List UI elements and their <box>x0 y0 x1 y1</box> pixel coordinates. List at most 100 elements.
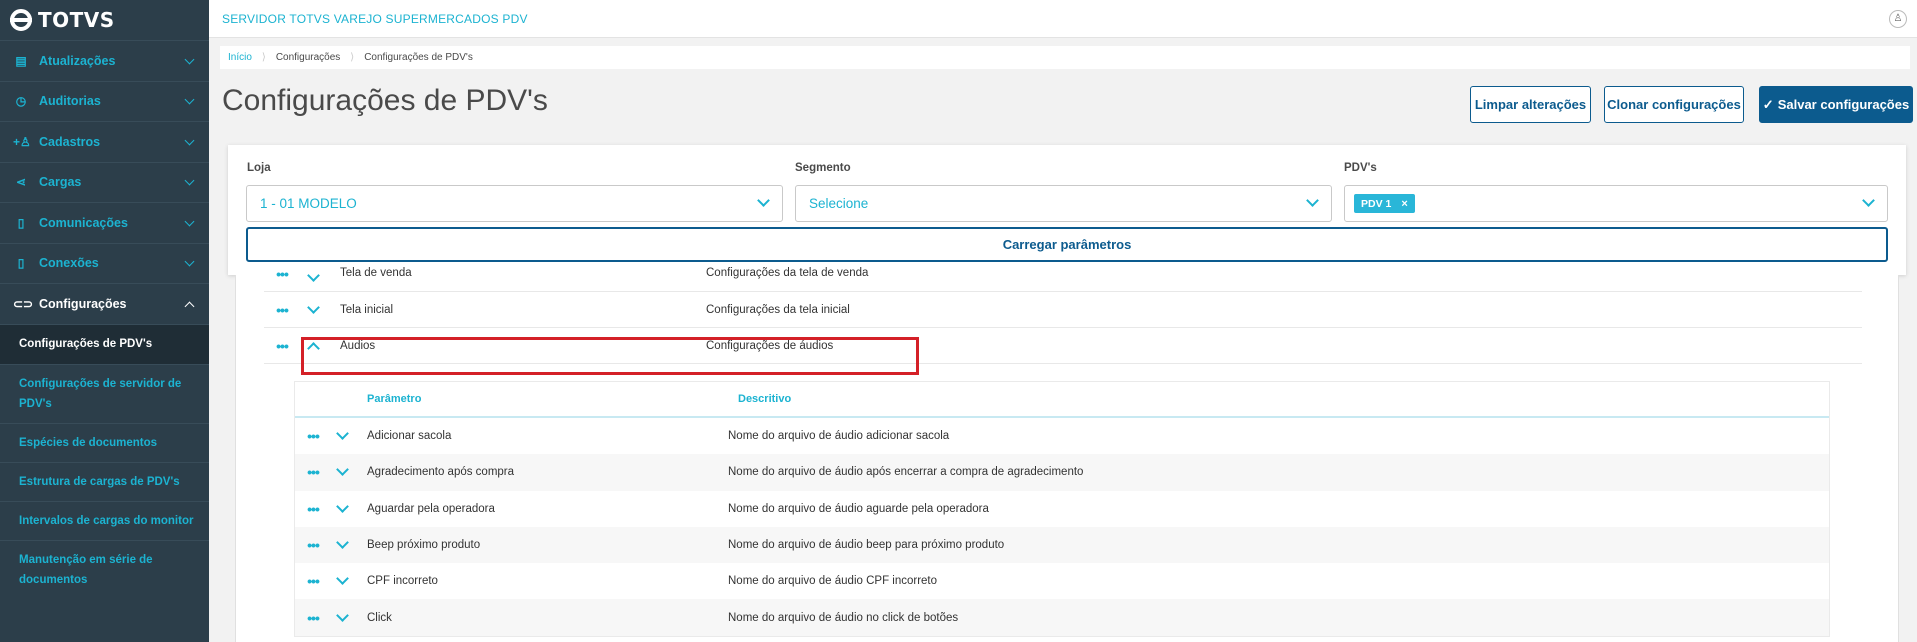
clear-changes-button[interactable]: Limpar alterações <box>1470 86 1591 123</box>
sidebar-subitem-configuracoes-servidor[interactable]: Configurações de servidor de PDV's <box>0 363 209 423</box>
expand-chevron-icon[interactable] <box>329 574 357 588</box>
chevron-down-icon <box>1306 194 1319 207</box>
sidebar-item-label: Auditorias <box>39 94 101 109</box>
sidebar-item-label: Cargas <box>39 175 82 190</box>
totvs-logo[interactable]: TOTVS <box>0 0 209 40</box>
param-name: Agradecimento após compra <box>367 466 515 479</box>
sidebar-item-label: Conexões <box>39 256 99 271</box>
more-options-icon[interactable]: ••• <box>299 501 327 517</box>
param-name: Aguardar pela operadora <box>367 502 495 515</box>
table-row[interactable]: ••• Click Nome do arquivo de áudio no cl… <box>295 599 1829 636</box>
pdv-chip: PDV 1 × <box>1354 194 1415 213</box>
chevron-down-icon <box>757 194 770 207</box>
more-options-icon[interactable]: ••• <box>268 266 296 282</box>
table-row[interactable]: ••• Tela inicial Configurações da tela i… <box>264 292 1862 328</box>
user-icon[interactable]: ♙ <box>1889 9 1907 28</box>
more-options-icon[interactable]: ••• <box>268 302 296 318</box>
sidebar-item-auditorias[interactable]: ◷ Auditorias <box>0 80 209 122</box>
pdv-chip-label: PDV 1 <box>1361 197 1392 210</box>
chevron-down-icon <box>185 96 195 106</box>
more-options-icon[interactable]: ••• <box>268 338 296 354</box>
table-row-expanded[interactable]: ••• Áudios Configurações de áudios <box>264 328 1862 364</box>
sidebar-item-conexoes[interactable]: ▯ Conexões <box>0 242 209 284</box>
sidebar-item-configuracoes[interactable]: ⊂⊃ Configurações <box>0 283 209 324</box>
sidebar-item-cadastros[interactable]: +♙ Cadastros <box>0 121 209 162</box>
expand-chevron-icon[interactable] <box>329 502 357 516</box>
pdvs-label: PDV's <box>1344 162 1377 174</box>
breadcrumb-home[interactable]: Início <box>228 52 262 63</box>
breadcrumb-separator: ⟩ <box>261 52 266 63</box>
expand-chevron-icon[interactable] <box>329 465 357 479</box>
param-desc: Nome do arquivo de áudio CPF incorreto <box>728 575 938 588</box>
table-row[interactable]: ••• Aguardar pela operadora Nome do arqu… <box>295 491 1829 527</box>
table-row[interactable]: ••• Adicionar sacola Nome do arquivo de … <box>295 418 1829 454</box>
more-options-icon[interactable]: ••• <box>299 464 327 480</box>
group-name: Tela inicial <box>340 303 394 316</box>
sidebar-item-label: Configurações <box>39 296 127 311</box>
chevron-down-icon <box>185 218 195 228</box>
sidebar: TOTVS ▤ Atualizações ◷ Auditorias +♙ Cad… <box>0 0 209 642</box>
more-options-icon[interactable]: ••• <box>299 428 327 444</box>
sidebar-item-label: Cadastros <box>39 134 101 149</box>
share-icon: ⋖ <box>15 175 27 190</box>
add-user-icon: +♙ <box>13 134 31 149</box>
param-desc: Nome do arquivo de áudio beep para próxi… <box>728 539 1005 552</box>
param-name: Adicionar sacola <box>367 430 452 443</box>
more-options-icon[interactable]: ••• <box>299 573 327 589</box>
column-header-parametro[interactable]: Parâmetro <box>367 393 738 405</box>
logo-text: TOTVS <box>38 8 115 32</box>
history-icon: ◷ <box>15 94 27 109</box>
link-icon: ⊂⊃ <box>13 296 34 311</box>
breadcrumb: Início ⟩ Configurações ⟩ Configurações d… <box>220 46 1910 69</box>
loja-select[interactable]: 1 - 01 MODELO <box>246 185 783 222</box>
sidebar-subitem-especies-documentos[interactable]: Espécies de documentos <box>0 422 209 462</box>
table-header: Parâmetro Descritivo <box>295 382 1829 418</box>
breadcrumb-configuracoes[interactable]: Configurações <box>276 52 350 63</box>
chevron-down-icon <box>185 56 195 66</box>
load-parameters-button[interactable]: Carregar parâmetros <box>246 227 1888 262</box>
expand-chevron-icon[interactable] <box>300 271 328 285</box>
sidebar-subitem-manutencao-serie[interactable]: Manutenção em série de documentos <box>0 539 209 599</box>
more-options-icon[interactable]: ••• <box>299 610 327 626</box>
chip-remove-icon[interactable]: × <box>1401 198 1407 210</box>
group-desc: Configurações da tela de venda <box>706 267 869 279</box>
sidebar-item-label: Atualizações <box>39 53 116 68</box>
chevron-down-icon <box>185 258 195 268</box>
param-desc: Nome do arquivo de áudio após encerrar a… <box>728 466 1084 479</box>
segmento-select[interactable]: Selecione <box>795 185 1332 222</box>
clone-config-button[interactable]: Clonar configurações <box>1604 86 1744 123</box>
groups-table: ••• Tela de venda Configurações da tela … <box>264 266 1862 364</box>
expand-chevron-icon[interactable] <box>329 429 357 443</box>
breadcrumb-separator: ⟩ <box>350 52 355 63</box>
totvs-logo-icon <box>10 9 32 31</box>
table-row[interactable]: ••• CPF incorreto Nome do arquivo de áud… <box>295 563 1829 599</box>
chevron-up-icon <box>185 299 195 309</box>
table-row[interactable]: ••• Tela de venda Configurações da tela … <box>264 266 1862 292</box>
expand-chevron-icon[interactable] <box>329 538 357 552</box>
sidebar-item-cargas[interactable]: ⋖ Cargas <box>0 161 209 203</box>
group-desc: Configurações de áudios <box>706 339 834 352</box>
expand-chevron-icon[interactable] <box>329 611 357 625</box>
sidebar-subitem-estrutura-cargas[interactable]: Estrutura de cargas de PDV's <box>0 461 209 501</box>
sidebar-item-atualizacoes[interactable]: ▤ Atualizações <box>0 40 209 81</box>
expand-chevron-icon[interactable] <box>300 303 328 317</box>
more-options-icon[interactable]: ••• <box>299 537 327 553</box>
table-row[interactable]: ••• Agradecimento após compra Nome do ar… <box>295 454 1829 491</box>
app-title: SERVIDOR TOTVS VAREJO SUPERMERCADOS PDV <box>222 11 528 26</box>
sidebar-subitem-intervalos-cargas[interactable]: Intervalos de cargas do monitor <box>0 500 209 540</box>
collapse-chevron-icon[interactable] <box>300 339 328 353</box>
page-title: Configurações de PDV's <box>222 84 548 117</box>
breadcrumb-current: Configurações de PDV's <box>364 52 473 63</box>
table-row[interactable]: ••• Beep próximo produto Nome do arquivo… <box>295 526 1829 564</box>
pdvs-multiselect[interactable]: PDV 1 × <box>1344 185 1888 222</box>
column-header-descritivo[interactable]: Descritivo <box>738 393 791 405</box>
save-config-button[interactable]: ✓ Salvar configurações <box>1759 86 1913 123</box>
param-desc: Nome do arquivo de áudio aguarde pela op… <box>728 502 989 515</box>
sidebar-item-comunicacoes[interactable]: ▯ Comunicações <box>0 202 209 243</box>
sidebar-subitem-configuracoes-pdvs[interactable]: Configurações de PDV's <box>0 323 209 364</box>
filter-panel: Loja 1 - 01 MODELO Segmento Selecione PD… <box>228 145 1906 275</box>
check-icon: ✓ <box>1762 96 1774 112</box>
param-name: CPF incorreto <box>367 575 438 588</box>
segmento-value: Selecione <box>809 196 869 211</box>
sidebar-item-label: Comunicações <box>39 215 128 230</box>
